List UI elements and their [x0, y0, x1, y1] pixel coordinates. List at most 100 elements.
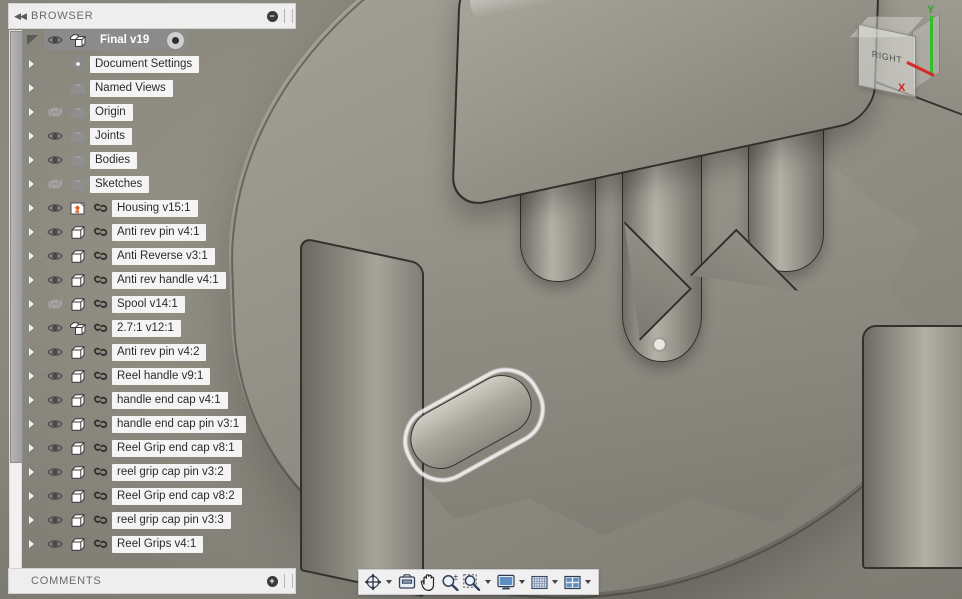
browser-item-label: handle end cap v4:1 [112, 391, 228, 409]
expand-toggle[interactable] [22, 418, 44, 430]
root-selected-wrapper[interactable]: Final v19 [44, 30, 189, 50]
viewports-button[interactable] [562, 572, 583, 592]
pan-hand-icon [420, 573, 437, 591]
visibility-toggle-icon[interactable] [44, 370, 66, 382]
browser-tree-item[interactable]: Anti rev pin v4:1 [22, 222, 300, 242]
folder-icon [66, 130, 90, 143]
visibility-toggle-icon[interactable] [44, 394, 66, 406]
expand-toggle[interactable] [22, 394, 44, 406]
display-settings-button[interactable] [495, 572, 517, 592]
browser-tree-item[interactable]: Reel Grip end cap v8:2 [22, 486, 300, 506]
browser-minimize-button[interactable]: − [261, 10, 283, 22]
expand-toggle[interactable] [22, 82, 44, 94]
visibility-toggle-icon[interactable] [44, 538, 66, 550]
comments-add-button[interactable]: + [261, 575, 283, 587]
expand-toggle[interactable] [22, 226, 44, 238]
look-at-button[interactable] [396, 572, 418, 592]
browser-tree-item[interactable]: 2.7:1 v12:1 [22, 318, 300, 338]
browser-scrollbar[interactable] [9, 30, 23, 572]
svg-text:±: ± [454, 574, 459, 582]
browser-tree-item[interactable]: Joints [22, 126, 300, 146]
orbit-button[interactable] [362, 572, 384, 592]
visibility-toggle-icon[interactable] [44, 442, 66, 454]
browser-tree-item[interactable]: reel grip cap pin v3:2 [22, 462, 300, 482]
expand-toggle[interactable] [22, 178, 44, 190]
expand-toggle[interactable] [22, 322, 44, 334]
grid-snaps-button[interactable] [529, 572, 550, 592]
visibility-toggle-icon[interactable] [44, 226, 66, 238]
browser-tree-item[interactable]: Sketches [22, 174, 300, 194]
browser-item-label: 2.7:1 v12:1 [112, 319, 181, 337]
expand-toggle[interactable] [22, 346, 44, 358]
zoom-icon: ± [441, 574, 459, 591]
visibility-toggle-icon[interactable] [44, 202, 66, 214]
orbit-dropdown-caret[interactable] [386, 580, 392, 584]
expand-toggle[interactable] [22, 298, 44, 310]
browser-tree-item[interactable]: reel grip cap pin v3:3 [22, 510, 300, 530]
visibility-toggle-icon[interactable] [44, 250, 66, 262]
grid-snaps-dropdown-caret[interactable] [552, 580, 558, 584]
visibility-toggle-icon[interactable] [44, 346, 66, 358]
browser-title: BROWSER [31, 10, 94, 22]
expand-toggle[interactable] [22, 274, 44, 286]
browser-tree-item[interactable]: Document Settings [22, 54, 300, 74]
radio-active-icon[interactable] [166, 30, 186, 50]
visibility-toggle-icon[interactable] [44, 418, 66, 430]
browser-tree-item[interactable]: Housing v15:1 [22, 198, 300, 218]
fit-dropdown-caret[interactable] [485, 580, 491, 584]
expand-toggle[interactable] [22, 250, 44, 262]
browser-tree-item[interactable]: Reel Grip end cap v8:1 [22, 438, 300, 458]
expand-toggle[interactable] [22, 442, 44, 454]
expand-toggle[interactable] [22, 490, 44, 502]
component-icon [66, 273, 90, 288]
viewports-dropdown-caret[interactable] [585, 580, 591, 584]
chevron-right-icon [29, 154, 37, 166]
expand-toggle[interactable] [22, 514, 44, 526]
browser-tree-item[interactable]: Spool v14:1 [22, 294, 300, 314]
visibility-toggle-icon[interactable] [44, 490, 66, 502]
visibility-hidden-icon[interactable] [44, 178, 66, 190]
link-icon [90, 489, 112, 503]
zoom-button[interactable]: ± [439, 572, 461, 592]
fit-button[interactable] [461, 572, 483, 592]
comments-resize-grip[interactable] [284, 574, 293, 588]
browser-tree-item[interactable]: Origin [22, 102, 300, 122]
expand-toggle[interactable] [22, 202, 44, 214]
browser-root-row[interactable]: Final v19 [22, 30, 300, 50]
browser-tree-item[interactable]: Anti Reverse v3:1 [22, 246, 300, 266]
expand-toggle[interactable] [22, 466, 44, 478]
visibility-toggle-icon[interactable] [44, 274, 66, 286]
expand-toggle[interactable] [22, 154, 44, 166]
visibility-hidden-icon[interactable] [44, 106, 66, 118]
chevron-right-icon [29, 82, 37, 94]
expand-toggle[interactable] [22, 370, 44, 382]
browser-tree-item[interactable]: Anti rev handle v4:1 [22, 270, 300, 290]
browser-tree-item[interactable]: Bodies [22, 150, 300, 170]
display-settings-dropdown-caret[interactable] [519, 580, 525, 584]
visibility-hidden-icon[interactable] [44, 298, 66, 310]
browser-resize-grip[interactable] [284, 9, 293, 23]
visibility-toggle-icon[interactable] [44, 322, 66, 334]
browser-tree-item[interactable]: Reel handle v9:1 [22, 366, 300, 386]
browser-collapse-icon[interactable]: ◀◀ [9, 11, 31, 22]
expand-toggle[interactable] [22, 538, 44, 550]
expand-toggle[interactable] [22, 106, 44, 118]
visibility-toggle-icon[interactable] [44, 34, 66, 46]
model-left-wall[interactable] [300, 236, 424, 598]
browser-tree-item[interactable]: Reel Grips v4:1 [22, 534, 300, 554]
model-right-column[interactable] [862, 325, 962, 569]
browser-tree-item[interactable]: handle end cap v4:1 [22, 390, 300, 410]
visibility-toggle-icon[interactable] [44, 514, 66, 526]
chevron-right-icon [29, 298, 37, 310]
browser-tree-item[interactable]: handle end cap pin v3:1 [22, 414, 300, 434]
visibility-toggle-icon[interactable] [44, 130, 66, 142]
root-expand-toggle[interactable] [22, 34, 44, 46]
visibility-toggle-icon[interactable] [44, 154, 66, 166]
visibility-toggle-icon[interactable] [44, 466, 66, 478]
expand-toggle[interactable] [22, 58, 44, 70]
browser-tree-item[interactable]: Named Views [22, 78, 300, 98]
view-cube[interactable]: RIGHT Y X [844, 4, 954, 116]
pan-button[interactable] [418, 572, 439, 592]
expand-toggle[interactable] [22, 130, 44, 142]
browser-tree-item[interactable]: Anti rev pin v4:2 [22, 342, 300, 362]
